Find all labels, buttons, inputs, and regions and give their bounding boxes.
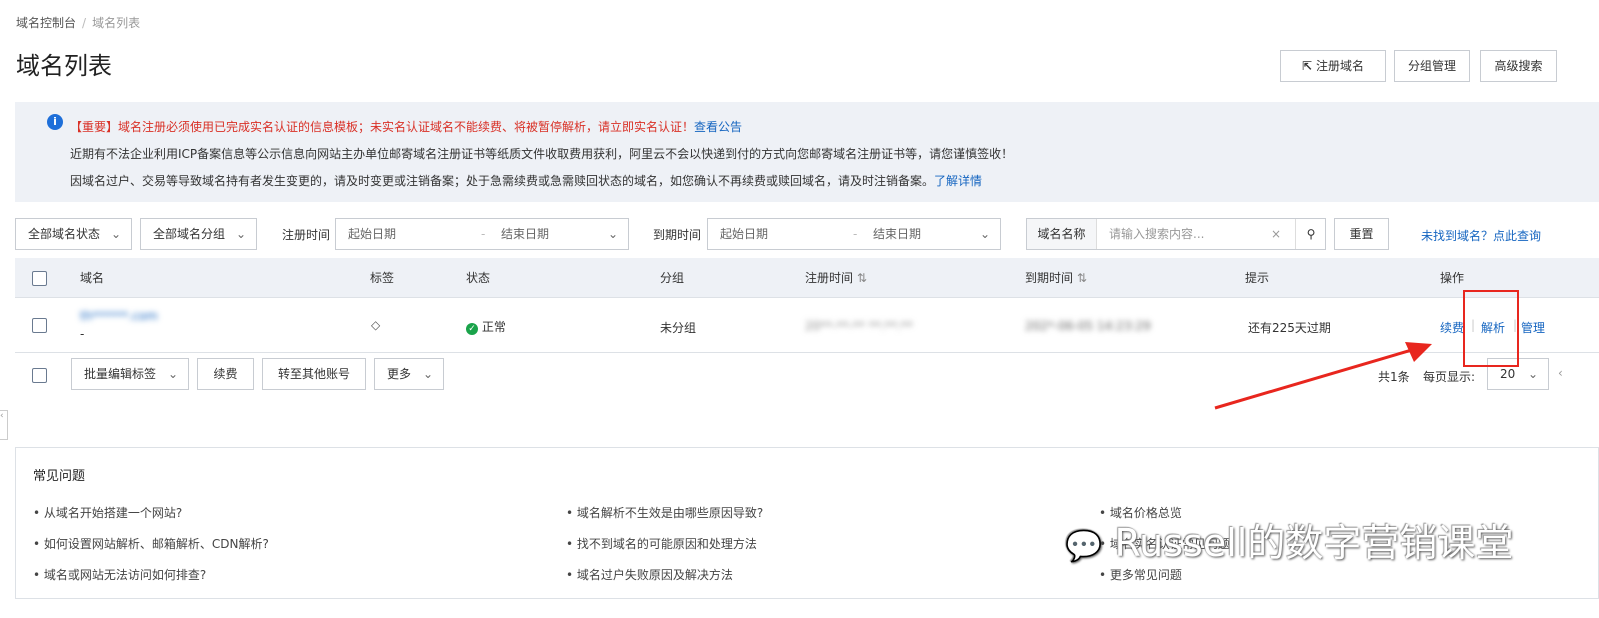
col-group: 分组 xyxy=(660,271,685,285)
view-announcement-link[interactable]: 查看公告 xyxy=(694,120,742,134)
watermark: 💬 Russell的数字营销课堂 xyxy=(1065,521,1514,565)
advanced-search-button[interactable]: 高级搜索 xyxy=(1480,50,1557,82)
status-filter[interactable]: 全部域名状态 ⌄ xyxy=(15,218,132,250)
breadcrumb-console[interactable]: 域名控制台 xyxy=(16,16,76,30)
col-reg-time[interactable]: 注册时间 ⇅ xyxy=(805,258,867,298)
faq-item[interactable]: • 更多常见问题 xyxy=(1099,566,1182,583)
col-domain: 域名 xyxy=(80,271,105,285)
notice-line1: 域名注册必须使用已完成实名认证的信息模板；未实名认证域名不能续费、将被暂停解析，… xyxy=(118,120,695,134)
row-checkbox[interactable] xyxy=(32,318,47,333)
group-cell: 未分组 xyxy=(660,321,697,335)
breadcrumb: 域名控制台 / 域名列表 xyxy=(16,16,141,30)
reg-date-range[interactable]: 起始日期 - 结束日期 ⌄ xyxy=(335,218,629,250)
chevron-down-icon: ⌄ xyxy=(110,227,121,241)
group-manage-button[interactable]: 分组管理 xyxy=(1394,50,1470,82)
batch-select-checkbox[interactable] xyxy=(32,368,47,383)
prev-page-icon[interactable]: ‹ xyxy=(1558,366,1563,380)
faq-item[interactable]: • 域名过户失败原因及解决方法 xyxy=(566,566,733,583)
col-actions: 操作 xyxy=(1440,271,1465,285)
faq-item[interactable]: • 找不到域名的可能原因和处理方法 xyxy=(566,535,757,552)
exp-time-cell: 202*-06-05 14:23:29 xyxy=(1025,319,1151,333)
search-box: 域名名称 请输入搜索内容... × ⚲ xyxy=(1026,218,1326,250)
col-status: 状态 xyxy=(466,271,491,285)
domain-lookup-link[interactable]: 未找到域名？点此查询 xyxy=(1421,227,1541,244)
search-icon[interactable]: ⚲ xyxy=(1295,219,1326,249)
more-select[interactable]: 更多 ⌄ xyxy=(374,358,444,390)
info-icon: i xyxy=(47,114,63,130)
exp-date-range[interactable]: 起始日期 - 结束日期 ⌄ xyxy=(707,218,1001,250)
faq-item[interactable]: • 如何设置网站解析、邮箱解析、CDN解析? xyxy=(33,535,269,552)
batch-edit-tags-select[interactable]: 批量编辑标签 ⌄ xyxy=(71,358,189,390)
reg-time-cell: 20**-**-** **:**:** xyxy=(805,319,913,333)
batch-renew-button[interactable]: 续费 xyxy=(197,358,254,390)
learn-more-link[interactable]: 了解详情 xyxy=(934,174,982,188)
col-exp-time[interactable]: 到期时间 ⇅ xyxy=(1025,258,1087,298)
chevron-down-icon: ⌄ xyxy=(607,227,618,241)
faq-item[interactable]: • 域名或网站无法访问如何排查? xyxy=(33,566,206,583)
breadcrumb-current: 域名列表 xyxy=(92,16,141,30)
group-filter[interactable]: 全部域名分组 ⌄ xyxy=(140,218,257,250)
faq-item[interactable]: • 从域名开始搭建一个网站? xyxy=(33,504,182,521)
sort-icon: ⇅ xyxy=(856,271,867,285)
exp-time-label: 到期时间 xyxy=(653,228,702,242)
faq-item[interactable]: • 域名解析不生效是由哪些原因导致? xyxy=(566,504,763,521)
sort-icon: ⇅ xyxy=(1076,271,1087,285)
annotation-arrow xyxy=(1214,342,1432,410)
domain-link[interactable]: th******.com xyxy=(80,309,158,323)
wechat-icon: 💬 xyxy=(1065,529,1103,564)
col-hint: 提示 xyxy=(1245,271,1270,285)
chevron-down-icon: ⌄ xyxy=(979,227,990,241)
external-link-icon: ⇱ xyxy=(1302,59,1313,73)
domain-sub: - xyxy=(80,327,85,341)
transfer-account-button[interactable]: 转至其他账号 xyxy=(262,358,366,390)
select-all-checkbox[interactable] xyxy=(32,271,47,286)
collapse-sidebar-handle[interactable]: ‹ xyxy=(0,410,8,440)
search-input[interactable]: 请输入搜索内容... xyxy=(1109,219,1204,249)
tag-icon[interactable]: ◇ xyxy=(371,318,380,332)
register-domain-button[interactable]: ⇱ 注册域名 xyxy=(1280,50,1386,82)
reg-time-label: 注册时间 xyxy=(282,228,331,242)
notice-tag: 【重要】 xyxy=(70,120,119,134)
search-field-select[interactable]: 域名名称 xyxy=(1027,219,1097,249)
faq-title: 常见问题 xyxy=(33,469,86,484)
check-circle-icon: ✓ xyxy=(466,323,478,335)
page-title: 域名列表 xyxy=(16,52,112,80)
chevron-down-icon: ⌄ xyxy=(235,227,246,241)
reset-button[interactable]: 重置 xyxy=(1334,218,1389,250)
manage-link[interactable]: 管理 xyxy=(1521,319,1545,336)
notice-line3: 因域名过户、交易等导致域名持有者发生变更的，请及时变更或注销备案；处于急需续费或… xyxy=(70,174,935,188)
col-tag: 标签 xyxy=(370,271,395,285)
notice-box: i 【重要】域名注册必须使用已完成实名认证的信息模板；未实名认证域名不能续费、将… xyxy=(15,102,1599,202)
status-badge: ✓ 正常 xyxy=(466,318,506,335)
notice-line2: 近期有不法企业利用ICP备案信息等公示信息向网站主办单位邮寄域名注册证书等纸质文… xyxy=(70,147,1014,161)
highlight-box xyxy=(1463,290,1519,367)
clear-icon[interactable]: × xyxy=(1271,219,1281,249)
